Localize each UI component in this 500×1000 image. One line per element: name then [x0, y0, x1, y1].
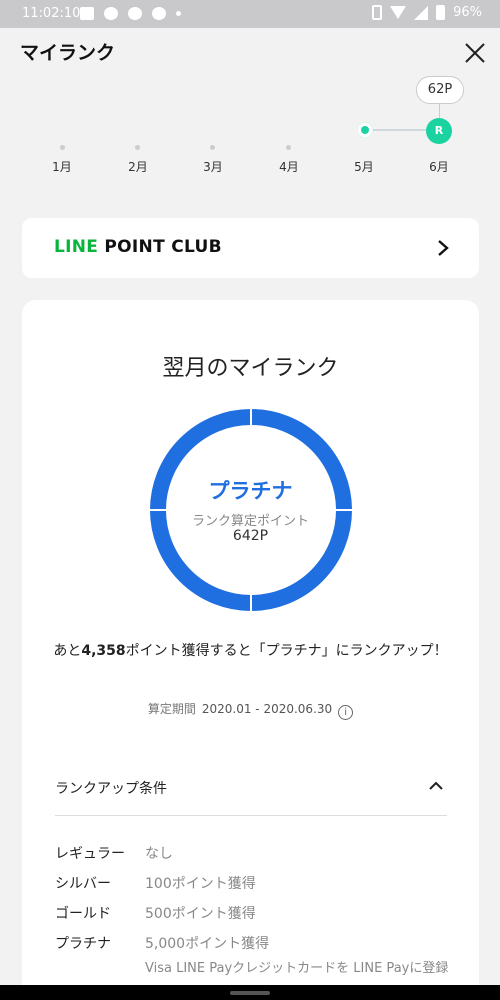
bell-icon	[152, 7, 166, 20]
condition-row: プラチナ 5,000ポイント獲得 Visa LINE Payクレジットカードを L…	[55, 936, 449, 976]
line-point-club-logo: LINE POINT CLUB	[54, 237, 222, 257]
home-gesture-handle[interactable]	[230, 991, 270, 995]
rank-points-value: 642P	[232, 528, 269, 544]
condition-row: ゴールド 500ポイント獲得	[55, 906, 256, 922]
month-label: 4月	[279, 160, 299, 174]
line-icon	[128, 7, 142, 20]
system-nav-bar	[0, 985, 500, 1000]
timeline-dot-5	[358, 123, 372, 137]
month-label: 3月	[203, 160, 223, 174]
vibrate-icon	[372, 5, 383, 20]
divider	[55, 815, 447, 816]
rank-up-message: あと4,358ポイント獲得すると「プラチナ」にランクアップ！	[53, 643, 448, 659]
condition-extra: Visa LINE Payクレジットカードを LINE Payに登録	[145, 961, 449, 976]
condition-row: レギュラー なし	[55, 846, 173, 862]
points-tooltip: 62P	[416, 76, 464, 104]
status-time: 11:02:10	[22, 6, 81, 21]
battery-icon	[436, 5, 446, 20]
info-icon[interactable]: i	[338, 705, 354, 720]
wifi-icon	[390, 6, 407, 19]
more-dot-icon	[176, 11, 181, 16]
chevron-up-icon[interactable]	[428, 778, 444, 794]
rank-up-conditions-heading[interactable]: ランクアップ条件	[55, 778, 167, 798]
tooltip-stem	[439, 104, 440, 118]
calculation-period: 算定期間 2020.01 - 2020.06.30 i	[22, 700, 479, 720]
rank-name: プラチナ	[208, 479, 293, 503]
timeline-dot-1	[60, 145, 65, 150]
close-icon[interactable]	[462, 40, 488, 66]
page-title: マイランク	[20, 42, 116, 64]
next-month-rank-card: 翌月のマイランク プラチナ ランク算定ポイント 642P あと4,358ポイント…	[22, 300, 479, 1000]
month-label: 6月	[429, 160, 449, 174]
signal-icon	[414, 5, 429, 20]
condition-row: シルバー 100ポイント獲得	[55, 876, 256, 892]
notification-icons	[80, 7, 181, 20]
rank-card-heading: 翌月のマイランク	[162, 356, 339, 381]
facebook-icon	[104, 7, 118, 20]
rank-badge-regular[interactable]: R	[426, 118, 452, 144]
line-point-club-link[interactable]: LINE POINT CLUB	[22, 218, 479, 278]
month-label: 1月	[52, 160, 72, 174]
image-icon	[80, 7, 94, 20]
chevron-right-icon	[438, 240, 449, 256]
status-bar: 11:02:10 96%	[0, 0, 500, 28]
timeline-dot-3	[210, 145, 215, 150]
month-label: 5月	[354, 160, 374, 174]
rank-points-label: ランク算定ポイント	[191, 514, 309, 529]
month-label: 2月	[128, 160, 148, 174]
timeline-dot-2	[135, 145, 140, 150]
timeline-dot-4	[286, 145, 291, 150]
battery-percent: 96%	[453, 5, 482, 20]
